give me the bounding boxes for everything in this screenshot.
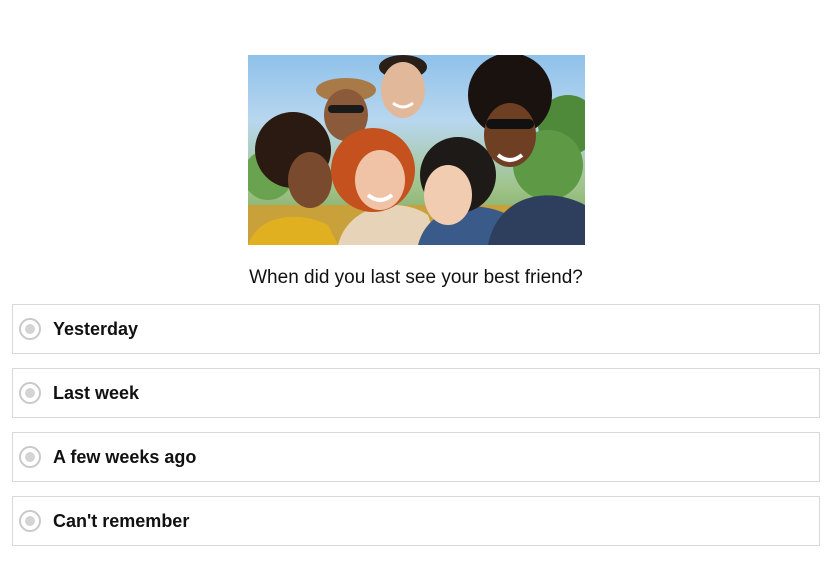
radio-button[interactable] (19, 382, 41, 404)
option-a-few-weeks-ago[interactable]: A few weeks ago (12, 432, 820, 482)
option-label: Can't remember (53, 510, 190, 531)
option-label: A few weeks ago (53, 446, 197, 467)
hero-image (248, 55, 585, 245)
radio-button[interactable] (19, 446, 41, 468)
radio-circle-icon (19, 446, 41, 468)
radio-button[interactable] (19, 510, 41, 532)
radio-circle-icon (19, 318, 41, 340)
option-yesterday[interactable]: Yesterday (12, 304, 820, 354)
option-label: Yesterday (53, 318, 139, 339)
group-photo-illustration (248, 55, 585, 245)
answer-options: Yesterday Last week A few weeks ago Can'… (12, 304, 820, 560)
option-label: Last week (53, 382, 140, 403)
option-last-week[interactable]: Last week (12, 368, 820, 418)
radio-button[interactable] (19, 318, 41, 340)
radio-circle-icon (19, 510, 41, 532)
radio-circle-icon (19, 382, 41, 404)
question-text: When did you last see your best friend? (249, 267, 583, 288)
option-cant-remember[interactable]: Can't remember (12, 496, 820, 546)
survey-page: When did you last see your best friend? … (0, 0, 840, 569)
